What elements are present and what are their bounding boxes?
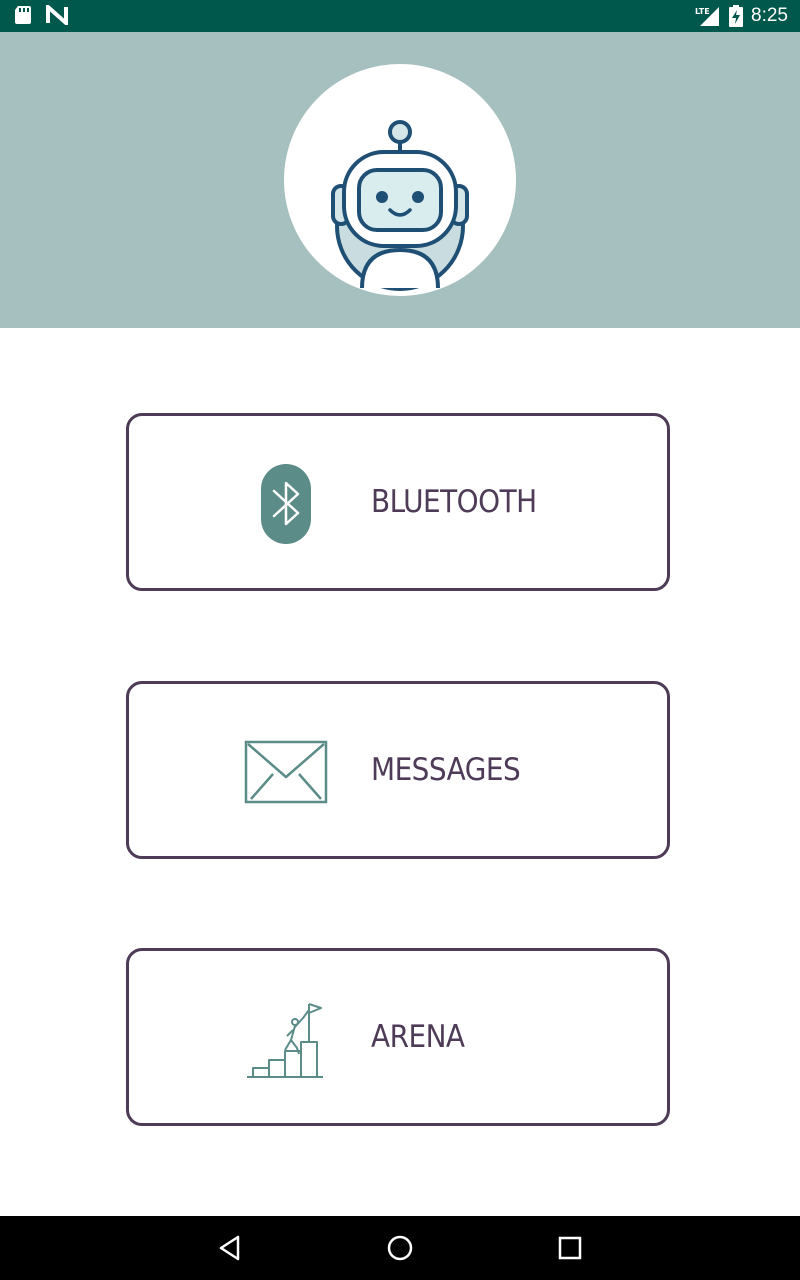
- svg-text:LTE: LTE: [695, 7, 710, 16]
- recents-icon[interactable]: [554, 1232, 586, 1264]
- bluetooth-label: BLUETOOTH: [371, 484, 537, 520]
- arena-label: ARENA: [371, 1019, 465, 1055]
- envelope-icon: [244, 740, 328, 804]
- navigation-bar: [0, 1216, 800, 1280]
- header-banner: [0, 32, 800, 328]
- lte-signal-icon: LTE: [695, 7, 720, 26]
- status-bar: LTE 8:25: [0, 0, 800, 32]
- home-icon[interactable]: [384, 1232, 416, 1264]
- messages-label: MESSAGES: [371, 752, 521, 788]
- bluetooth-icon: [261, 464, 311, 544]
- status-left-icons: [14, 5, 68, 25]
- climber-flag-icon: [247, 1003, 323, 1078]
- n-notification-icon: [46, 5, 68, 25]
- back-icon[interactable]: [214, 1232, 246, 1264]
- bluetooth-button[interactable]: BLUETOOTH: [126, 413, 670, 591]
- sd-card-icon: [15, 6, 31, 24]
- robot-avatar: [284, 64, 516, 296]
- battery-charging-icon: [729, 5, 744, 27]
- robot-icon: [331, 120, 469, 291]
- status-right-icons: LTE 8:25: [695, 0, 788, 32]
- status-time: 8:25: [751, 5, 788, 26]
- messages-button[interactable]: MESSAGES: [126, 681, 670, 859]
- arena-button[interactable]: ARENA: [126, 948, 670, 1126]
